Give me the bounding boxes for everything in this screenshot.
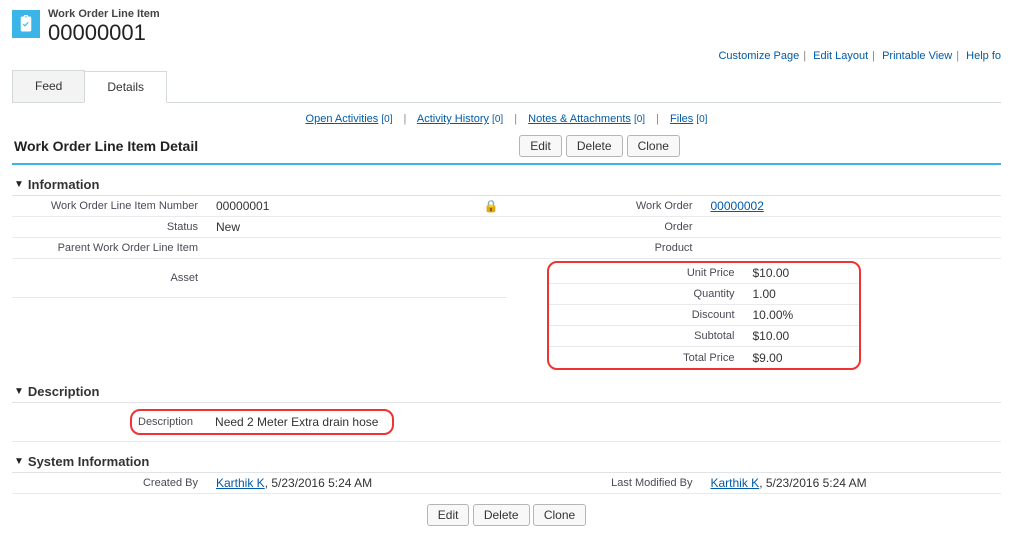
collapse-icon: ▼	[14, 179, 24, 190]
clipboard-check-icon	[12, 10, 40, 38]
files-link[interactable]: Files	[670, 113, 693, 125]
help-link[interactable]: Help fo	[966, 50, 1001, 62]
detail-title: Work Order Line Item Detail	[12, 138, 198, 154]
entity-label: Work Order Line Item	[48, 8, 160, 20]
unit-price-value: $10.00	[749, 264, 860, 282]
discount-value: 10.00%	[749, 306, 860, 324]
asset-value	[212, 276, 507, 280]
section-system-information[interactable]: ▼ System Information	[12, 448, 1001, 473]
discount-label: Discount	[549, 307, 749, 323]
product-label: Product	[507, 240, 707, 256]
customize-page-link[interactable]: Customize Page	[718, 50, 799, 62]
description-label: Description	[134, 414, 211, 430]
total-price-label: Total Price	[549, 350, 749, 366]
notes-attachments-count: [0]	[634, 114, 645, 125]
open-activities-link[interactable]: Open Activities	[306, 113, 379, 125]
modified-at: , 5/23/2016 5:24 AM	[759, 476, 866, 490]
status-value: New	[212, 218, 507, 236]
activity-history-count: [0]	[492, 114, 503, 125]
information-fields: Work Order Line Item Number 00000001 🔒 W…	[12, 196, 1001, 372]
parent-label: Parent Work Order Line Item	[12, 240, 212, 256]
created-by-label: Created By	[12, 475, 212, 491]
edit-button[interactable]: Edit	[519, 135, 562, 157]
tabs: Feed Details	[12, 70, 1001, 103]
clone-button-footer[interactable]: Clone	[533, 504, 586, 526]
pricing-highlight-box: Unit Price $10.00 Quantity 1.00 Discount…	[547, 261, 862, 370]
order-value	[707, 225, 1002, 229]
description-highlight-box: Description Need 2 Meter Extra drain hos…	[130, 409, 394, 435]
tab-details[interactable]: Details	[84, 71, 167, 103]
printable-view-link[interactable]: Printable View	[882, 50, 952, 62]
status-label: Status	[12, 219, 212, 235]
record-number: 00000001	[48, 20, 160, 46]
open-activities-count: [0]	[381, 114, 392, 125]
subtotal-label: Subtotal	[549, 328, 749, 344]
product-value	[707, 246, 1002, 250]
section-description[interactable]: ▼ Description	[12, 378, 1001, 403]
section-information[interactable]: ▼ Information	[12, 171, 1001, 196]
page-action-links: Customize Page| Edit Layout| Printable V…	[12, 50, 1001, 62]
edit-layout-link[interactable]: Edit Layout	[813, 50, 868, 62]
quantity-label: Quantity	[549, 286, 749, 302]
asset-label: Asset	[12, 270, 212, 286]
activity-history-link[interactable]: Activity History	[417, 113, 489, 125]
quantity-value: 1.00	[749, 285, 860, 303]
total-price-value: $9.00	[749, 349, 860, 367]
collapse-icon: ▼	[14, 386, 24, 397]
modified-by-link[interactable]: Karthik K	[711, 476, 760, 490]
footer-buttons: Edit Delete Clone	[12, 494, 1001, 536]
clone-button[interactable]: Clone	[627, 135, 680, 157]
delete-button[interactable]: Delete	[566, 135, 623, 157]
parent-value	[212, 246, 507, 250]
unit-price-label: Unit Price	[549, 265, 749, 281]
notes-attachments-link[interactable]: Notes & Attachments	[528, 113, 631, 125]
order-label: Order	[507, 219, 707, 235]
line-number-value: 00000001	[212, 197, 484, 215]
detail-header: Work Order Line Item Detail Edit Delete …	[12, 131, 1001, 165]
created-by-link[interactable]: Karthik K	[216, 476, 265, 490]
modified-by-label: Last Modified By	[507, 475, 707, 491]
tab-feed[interactable]: Feed	[12, 70, 85, 102]
lock-icon: 🔒	[484, 199, 507, 213]
delete-button-footer[interactable]: Delete	[473, 504, 530, 526]
page-header: Work Order Line Item 00000001	[12, 8, 1001, 46]
work-order-label: Work Order	[507, 198, 707, 214]
subtotal-value: $10.00	[749, 327, 860, 345]
created-at: , 5/23/2016 5:24 AM	[265, 476, 372, 490]
edit-button-footer[interactable]: Edit	[427, 504, 470, 526]
related-lists-nav: Open Activities [0] | Activity History […	[12, 103, 1001, 131]
files-count: [0]	[696, 114, 707, 125]
collapse-icon: ▼	[14, 456, 24, 467]
description-value: Need 2 Meter Extra drain hose	[211, 413, 382, 431]
work-order-link[interactable]: 00000002	[711, 199, 764, 213]
system-info-fields: Created By Karthik K, 5/23/2016 5:24 AM …	[12, 473, 1001, 494]
line-number-label: Work Order Line Item Number	[12, 198, 212, 214]
